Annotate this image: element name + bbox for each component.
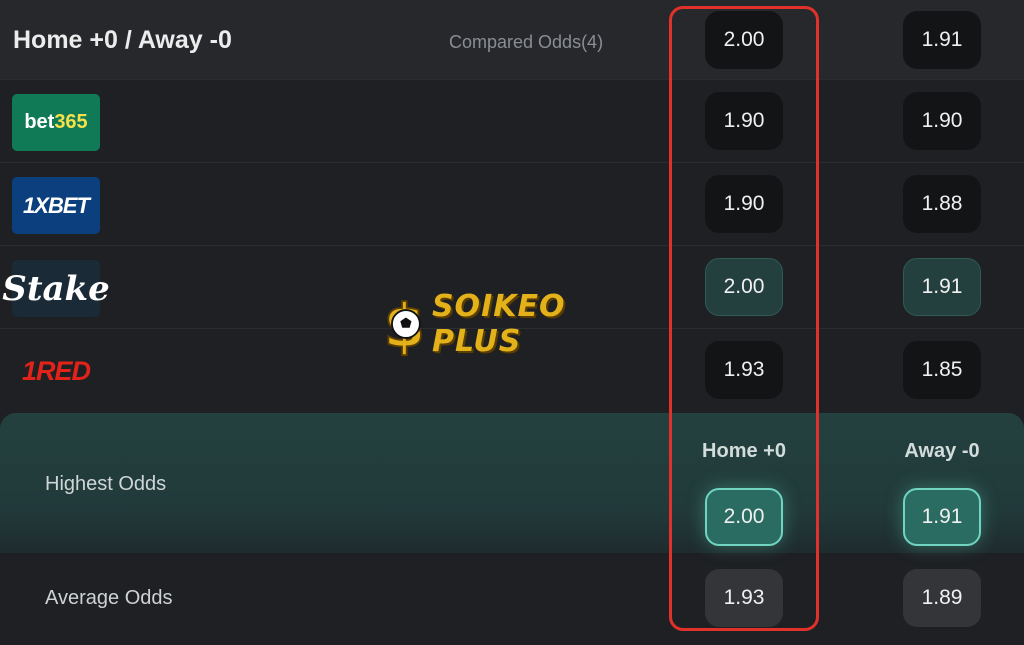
- header-odd-home[interactable]: 2.00: [705, 11, 783, 69]
- 1xbet-logo[interactable]: 1XBET: [12, 177, 100, 234]
- stake-logo[interactable]: Stake: [2, 260, 110, 317]
- odd-home-bet365[interactable]: 1.90: [705, 92, 783, 150]
- header-odd-away[interactable]: 1.91: [903, 11, 981, 69]
- odd-home-1xbet[interactable]: 1.90: [705, 175, 783, 233]
- bet365-logo[interactable]: bet365: [12, 94, 100, 151]
- highest-odd-home[interactable]: 2.00: [705, 488, 783, 546]
- odd-away-red[interactable]: 1.85: [903, 341, 981, 399]
- watermark-logo: $ SOIKEO PLUS: [378, 288, 650, 360]
- bookmaker-row-bet365: bet365 1.90 1.90: [0, 80, 1024, 163]
- highest-odd-away[interactable]: 1.91: [903, 488, 981, 546]
- red-logo[interactable]: 1RED: [12, 343, 100, 400]
- odd-home-stake[interactable]: 2.00: [705, 258, 783, 316]
- home-column-header: Home +0: [702, 440, 786, 462]
- odd-home-red[interactable]: 1.93: [705, 341, 783, 399]
- compared-odds-count: Compared Odds(4): [449, 32, 604, 52]
- odd-away-stake[interactable]: 1.91: [903, 258, 981, 316]
- market-header: Home +0 / Away -0 Compared Odds(4) 2.00 …: [0, 0, 1024, 80]
- bookmaker-row-1xbet: 1XBET 1.90 1.88: [0, 163, 1024, 246]
- market-title: Home +0 / Away -0: [13, 26, 232, 54]
- average-odd-home: 1.93: [705, 569, 783, 627]
- watermark-text: SOIKEO PLUS: [431, 289, 566, 359]
- highest-odds-label: Highest Odds: [45, 473, 167, 495]
- average-odds-label: Average Odds: [45, 587, 173, 609]
- soccer-ball-icon: $: [383, 291, 426, 360]
- odd-away-bet365[interactable]: 1.90: [903, 92, 981, 150]
- away-column-header: Away -0: [904, 440, 980, 462]
- odd-away-1xbet[interactable]: 1.88: [903, 175, 981, 233]
- average-odd-away: 1.89: [903, 569, 981, 627]
